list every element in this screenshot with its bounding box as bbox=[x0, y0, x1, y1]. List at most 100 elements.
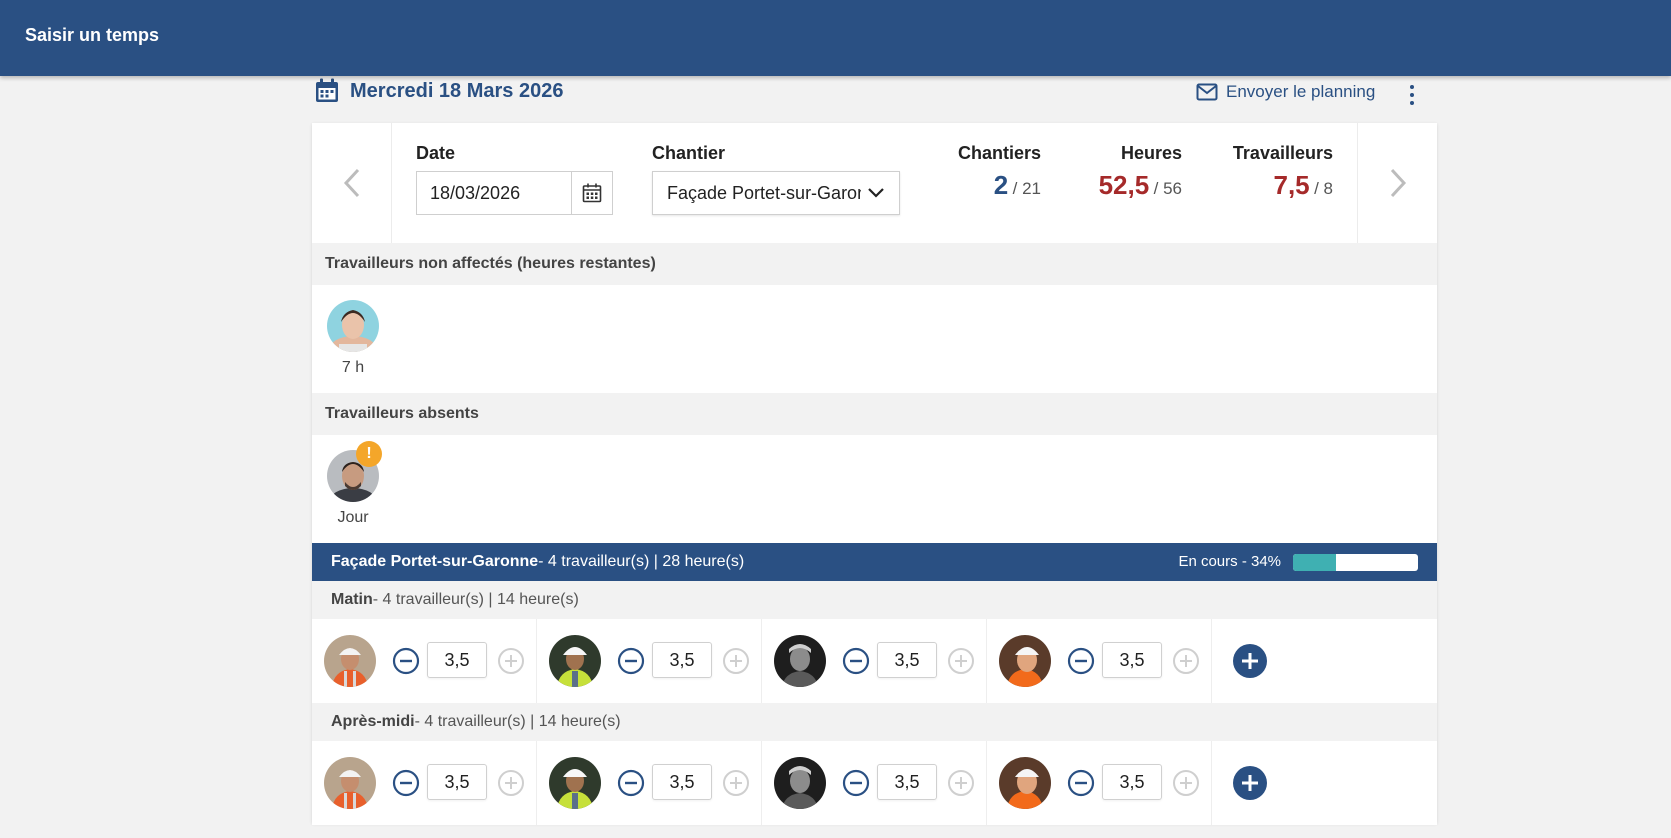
increase-hours-button[interactable] bbox=[947, 769, 975, 797]
site-select[interactable]: Façade Portet-sur-Garonne bbox=[652, 171, 900, 215]
stat-workers-label: Travailleurs bbox=[1232, 143, 1333, 163]
hours-input[interactable]: 3,5 bbox=[877, 642, 937, 678]
worker-entry: 3,5 bbox=[762, 741, 987, 825]
stat-hours-value: 52,5 bbox=[1098, 170, 1150, 200]
increase-hours-button[interactable] bbox=[947, 647, 975, 675]
minus-circle-icon bbox=[842, 769, 870, 797]
worker-avatar[interactable] bbox=[549, 635, 601, 687]
next-day-button[interactable] bbox=[1357, 123, 1437, 243]
stat-workers: Travailleurs 7,5 / 8 bbox=[1233, 143, 1333, 201]
plus-circle-icon bbox=[723, 648, 749, 674]
stat-hours-label: Heures bbox=[1120, 143, 1182, 163]
worker-entry: 3,5 bbox=[312, 741, 537, 825]
decrease-hours-button[interactable] bbox=[1067, 647, 1095, 675]
hours-input[interactable]: 3,5 bbox=[427, 642, 487, 678]
absent-section-title: Travailleurs absents bbox=[312, 393, 1437, 435]
increase-hours-button[interactable] bbox=[497, 769, 525, 797]
worker-avatar[interactable] bbox=[774, 757, 826, 809]
hours-input[interactable]: 3,5 bbox=[877, 764, 937, 800]
decrease-hours-button[interactable] bbox=[617, 647, 645, 675]
worker-avatar[interactable] bbox=[327, 300, 379, 352]
calendar-icon bbox=[316, 78, 338, 102]
increase-hours-button[interactable] bbox=[1172, 647, 1200, 675]
filter-bar: Date 18/03/2026 Chantier Façade Portet-s… bbox=[312, 123, 1437, 243]
decrease-hours-button[interactable] bbox=[842, 647, 870, 675]
hours-input[interactable]: 3,5 bbox=[652, 642, 712, 678]
previous-day-button[interactable] bbox=[312, 123, 392, 243]
worker-avatar[interactable] bbox=[324, 757, 376, 809]
worker-entry: 3,5 bbox=[762, 619, 987, 703]
decrease-hours-button[interactable] bbox=[392, 647, 420, 675]
minus-circle-icon bbox=[617, 769, 645, 797]
worker-entry: 3,5 bbox=[312, 619, 537, 703]
send-planning-button[interactable]: Envoyer le planning bbox=[1196, 82, 1375, 102]
period-summary: - 4 travailleur(s) | 14 heure(s) bbox=[372, 591, 579, 608]
decrease-hours-button[interactable] bbox=[617, 769, 645, 797]
minus-circle-icon bbox=[1067, 647, 1095, 675]
increase-hours-button[interactable] bbox=[722, 647, 750, 675]
unassigned-workers: 7 h bbox=[312, 285, 1437, 393]
decrease-hours-button[interactable] bbox=[392, 769, 420, 797]
minus-circle-icon bbox=[842, 647, 870, 675]
send-planning-label: Envoyer le planning bbox=[1226, 82, 1376, 101]
calendar-picker-icon bbox=[582, 183, 602, 203]
absence-period: Jour bbox=[337, 509, 369, 526]
period-morning-row: 3,5 3,5 3,5 3,5 bbox=[312, 619, 1437, 703]
increase-hours-button[interactable] bbox=[497, 647, 525, 675]
period-morning-head: Matin - 4 travailleur(s) | 14 heure(s) bbox=[312, 581, 1437, 619]
planning-panel: Date 18/03/2026 Chantier Façade Portet-s… bbox=[312, 123, 1437, 825]
absence-warning-badge: ! bbox=[356, 441, 382, 467]
period-summary: - 4 travailleur(s) | 14 heure(s) bbox=[414, 713, 621, 730]
plus-icon bbox=[1233, 644, 1267, 678]
plus-circle-icon bbox=[1173, 648, 1199, 674]
minus-circle-icon bbox=[1067, 769, 1095, 797]
minus-circle-icon bbox=[617, 647, 645, 675]
stat-sites-total: / 21 bbox=[1012, 179, 1041, 198]
worker-avatar[interactable] bbox=[549, 757, 601, 809]
stat-workers-total: / 8 bbox=[1314, 179, 1333, 198]
hours-input[interactable]: 3,5 bbox=[427, 764, 487, 800]
period-afternoon-row: 3,5 3,5 3,5 3,5 bbox=[312, 741, 1437, 825]
chevron-down-icon bbox=[868, 188, 884, 198]
hours-input[interactable]: 3,5 bbox=[652, 764, 712, 800]
top-app-bar: Saisir un temps bbox=[0, 0, 1671, 76]
site-status: En cours - 34% bbox=[1178, 553, 1281, 570]
date-picker-button[interactable] bbox=[571, 171, 613, 215]
date-input[interactable]: 18/03/2026 bbox=[416, 171, 571, 215]
worker-avatar[interactable] bbox=[999, 635, 1051, 687]
unassigned-section-title: Travailleurs non affectés (heures restan… bbox=[312, 243, 1437, 285]
worker-avatar[interactable] bbox=[774, 635, 826, 687]
site-progress-fill bbox=[1293, 554, 1336, 571]
add-worker-button[interactable] bbox=[1233, 644, 1267, 678]
period-name: Matin bbox=[331, 591, 373, 608]
date-label: Date bbox=[416, 143, 456, 163]
plus-circle-icon bbox=[1173, 770, 1199, 796]
current-date-label: Mercredi 18 Mars 2026 bbox=[350, 79, 564, 102]
site-label: Chantier bbox=[652, 143, 726, 163]
absent-workers: ! Jour bbox=[312, 435, 1437, 543]
stat-workers-value: 7,5 bbox=[1273, 170, 1310, 200]
minus-circle-icon bbox=[392, 647, 420, 675]
period-afternoon-head: Après-midi - 4 travailleur(s) | 14 heure… bbox=[312, 703, 1437, 741]
hours-input[interactable]: 3,5 bbox=[1102, 642, 1162, 678]
more-options-icon[interactable] bbox=[1402, 82, 1422, 108]
site-select-value: Façade Portet-sur-Garonne bbox=[667, 182, 861, 203]
plus-circle-icon bbox=[498, 770, 524, 796]
date-heading: Mercredi 18 Mars 2026 bbox=[314, 76, 563, 106]
site-bar[interactable]: Façade Portet-sur-Garonne - 4 travailleu… bbox=[312, 543, 1437, 581]
worker-entry: 3,5 bbox=[987, 619, 1212, 703]
worker-avatar[interactable] bbox=[999, 757, 1051, 809]
hours-input[interactable]: 3,5 bbox=[1102, 764, 1162, 800]
increase-hours-button[interactable] bbox=[722, 769, 750, 797]
mail-icon bbox=[1196, 83, 1218, 101]
decrease-hours-button[interactable] bbox=[842, 769, 870, 797]
increase-hours-button[interactable] bbox=[1172, 769, 1200, 797]
plus-circle-icon bbox=[948, 770, 974, 796]
decrease-hours-button[interactable] bbox=[1067, 769, 1095, 797]
plus-icon bbox=[1233, 766, 1267, 800]
worker-avatar[interactable] bbox=[324, 635, 376, 687]
stat-hours-total: / 56 bbox=[1153, 179, 1182, 198]
minus-circle-icon bbox=[392, 769, 420, 797]
add-worker-button[interactable] bbox=[1233, 766, 1267, 800]
plus-circle-icon bbox=[498, 648, 524, 674]
